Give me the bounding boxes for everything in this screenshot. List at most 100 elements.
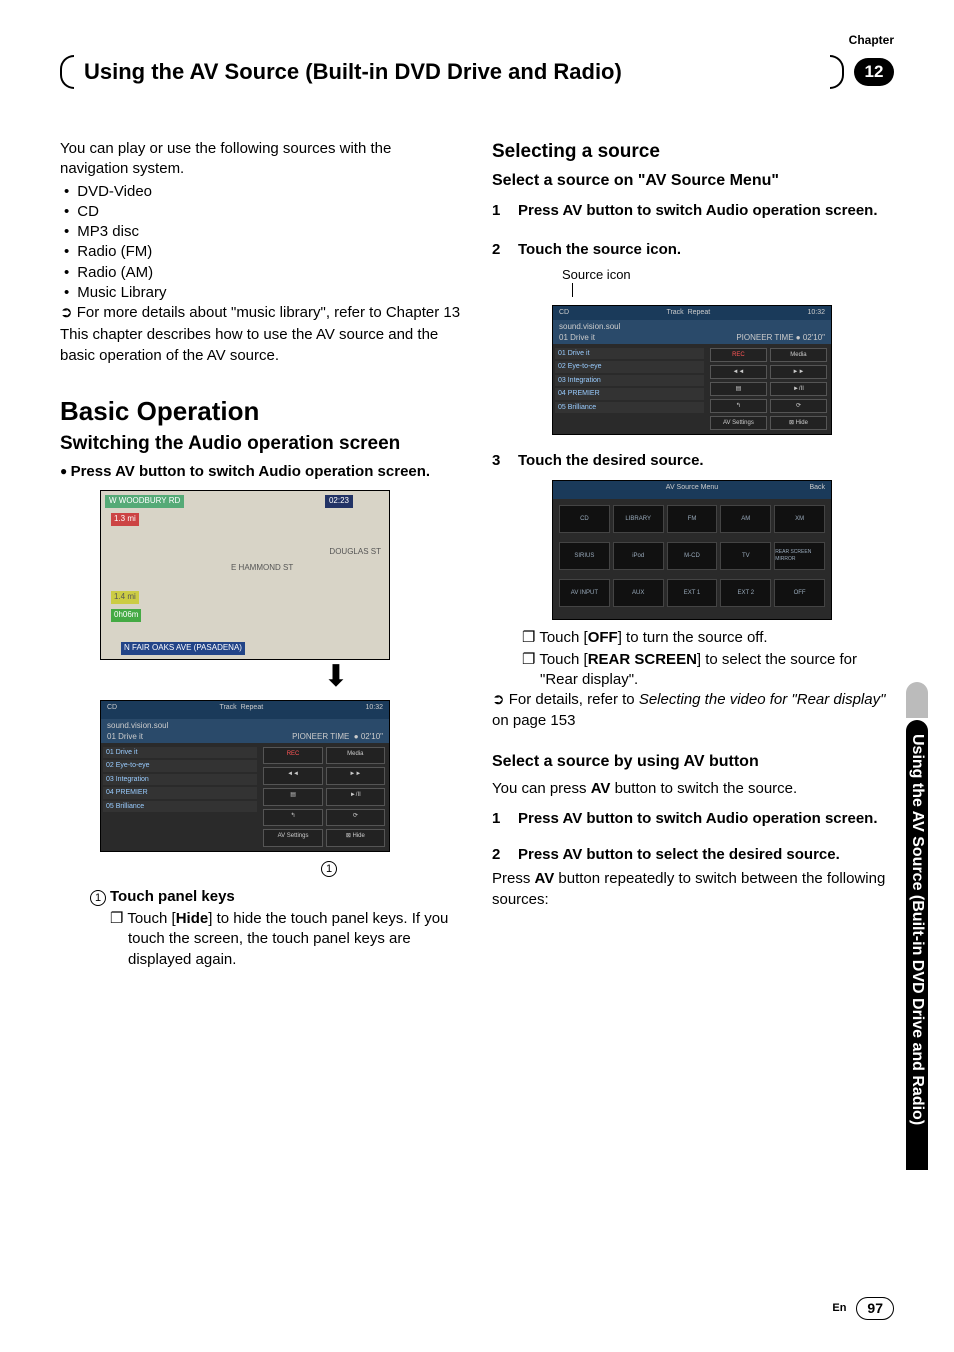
sh-subtitle2: 01 Drive it — [559, 333, 595, 344]
subhead-av-button: Select a source by using AV button — [492, 751, 894, 773]
play-pause-button[interactable]: ►/II — [770, 382, 827, 396]
source-ext2[interactable]: EXT 2 — [720, 579, 771, 607]
track-row[interactable]: 02 Eye-to-eye — [555, 361, 704, 372]
list-button[interactable]: ▤ — [710, 382, 767, 396]
repeat-button[interactable]: ⟳ — [770, 399, 827, 413]
av-settings-button[interactable]: AV Settings — [263, 829, 322, 847]
av-settings-button[interactable]: AV Settings — [710, 416, 767, 430]
list-item: Music Library — [78, 283, 462, 303]
step-number: 1 — [492, 201, 504, 221]
map-dist1: 1.3 mi — [111, 513, 139, 526]
cd-screenshot-2: CD Track Repeat 10:32 sound.vision.soul … — [552, 305, 832, 435]
side-tab-spacer — [906, 682, 928, 718]
source-xm[interactable]: XM — [774, 505, 825, 533]
track-row[interactable]: 04 PREMIER — [103, 787, 257, 798]
source-ipod[interactable]: iPod — [613, 542, 664, 570]
hide-button[interactable]: ⊠ Hide — [326, 829, 385, 847]
track-row[interactable]: 04 PREMIER — [555, 388, 704, 399]
intro-text: You can play or use the following source… — [60, 139, 462, 180]
return-button[interactable]: ↰ — [710, 399, 767, 413]
prev-button[interactable]: ◄◄ — [263, 767, 322, 785]
source-list: DVD-Video CD MP3 disc Radio (FM) Radio (… — [60, 182, 462, 304]
right-column: Selecting a source Select a source on "A… — [492, 139, 894, 970]
back-button[interactable]: Back — [809, 483, 825, 492]
step-number: 2 — [492, 845, 504, 865]
list-button[interactable]: ▤ — [263, 788, 322, 806]
arrow-down-icon: ⬇ — [210, 662, 462, 692]
av-press-text: You can press AV button to switch the so… — [492, 779, 894, 799]
next-button[interactable]: ►► — [770, 365, 827, 379]
sh-clock: 10:32 — [365, 703, 383, 717]
sh-track: Track — [666, 309, 683, 316]
track-row[interactable]: 03 Integration — [103, 774, 257, 785]
source-rear-screen[interactable]: REAR SCREEN MIRROR — [774, 542, 825, 570]
source-fm[interactable]: FM — [667, 505, 718, 533]
track-row[interactable]: 01 Drive it — [103, 747, 257, 758]
map-road-bottom: N FAIR OAKS AVE (PASADENA) — [121, 642, 245, 655]
av-source-menu-screenshot: AV Source Menu Back CD LIBRARY FM AM XM … — [552, 480, 832, 620]
step-text: Press AV button to select the desired so… — [518, 845, 840, 865]
media-button[interactable]: Media — [770, 348, 827, 362]
page-footer: En 97 — [832, 1297, 894, 1320]
track-row[interactable]: 01 Drive it — [555, 348, 704, 359]
source-library[interactable]: LIBRARY — [613, 505, 664, 533]
source-off[interactable]: OFF — [774, 579, 825, 607]
map-eta: 0h06m — [111, 609, 141, 622]
next-button[interactable]: ►► — [326, 767, 385, 785]
rec-button[interactable]: REC — [263, 747, 322, 765]
note-off: Touch [OFF] to turn the source off. — [492, 628, 894, 648]
pointer-rear-display: For details, refer to Selecting the vide… — [492, 690, 894, 731]
source-aux[interactable]: AUX — [613, 579, 664, 607]
side-tab: Using the AV Source (Built-in DVD Drive … — [906, 720, 928, 1170]
list-item: Radio (FM) — [78, 242, 462, 262]
source-cd[interactable]: CD — [559, 505, 610, 533]
heading-selecting: Selecting a source — [492, 141, 894, 164]
bracket-left — [60, 55, 74, 89]
page-title: Using the AV Source (Built-in DVD Drive … — [84, 57, 820, 87]
track-row[interactable]: 03 Integration — [555, 375, 704, 386]
step-b2: 2 Press AV button to select the desired … — [492, 845, 894, 865]
sh-clock: 10:32 — [807, 308, 825, 318]
media-button[interactable]: Media — [326, 747, 385, 765]
play-pause-button[interactable]: ►/II — [326, 788, 385, 806]
left-column: You can play or use the following source… — [60, 139, 462, 970]
sh-duration: 02'10" — [803, 333, 825, 342]
source-tv[interactable]: TV — [720, 542, 771, 570]
list-item: Radio (AM) — [78, 263, 462, 283]
source-mcd[interactable]: M-CD — [667, 542, 718, 570]
final-text: Press AV button repeatedly to switch bet… — [492, 869, 894, 910]
prev-button[interactable]: ◄◄ — [710, 365, 767, 379]
track-row[interactable]: 02 Eye-to-eye — [103, 760, 257, 771]
hide-button[interactable]: ⊠ Hide — [770, 416, 827, 430]
source-ext1[interactable]: EXT 1 — [667, 579, 718, 607]
sh-subtitle1: sound.vision.soul — [559, 322, 825, 333]
map-clock: 02:23 — [325, 495, 353, 508]
source-avinput[interactable]: AV INPUT — [559, 579, 610, 607]
track-row[interactable]: 05 Brilliance — [555, 402, 704, 413]
track-row[interactable]: 05 Brilliance — [103, 801, 257, 812]
bracket-right — [830, 55, 844, 89]
sh-pioneer: PIONEER TIME — [292, 732, 349, 741]
sh-track: Track — [219, 704, 236, 711]
map-screenshot: W WOODBURY RD 02:23 1.3 mi DOUGLAS ST E … — [100, 490, 390, 660]
return-button[interactable]: ↰ — [263, 809, 322, 827]
chapter-label: Chapter — [849, 32, 894, 48]
map-dist2: 1.4 mi — [111, 591, 139, 604]
callout-label: Touch panel keys — [110, 888, 235, 905]
bullet-step: Press AV button to switch Audio operatio… — [60, 462, 462, 482]
step-1: 1 Press AV button to switch Audio operat… — [492, 201, 894, 221]
step-number: 3 — [492, 451, 504, 471]
step-3: 3 Touch the desired source. — [492, 451, 894, 471]
step-text: Press AV button to switch Audio operatio… — [518, 201, 878, 221]
rec-button[interactable]: REC — [710, 348, 767, 362]
subhead-source-menu: Select a source on "AV Source Menu" — [492, 170, 894, 192]
source-am[interactable]: AM — [720, 505, 771, 533]
pointer-note: For more details about "music library", … — [60, 303, 462, 323]
list-item: MP3 disc — [78, 222, 462, 242]
repeat-button[interactable]: ⟳ — [326, 809, 385, 827]
step-number: 2 — [492, 240, 504, 260]
source-sirius[interactable]: SIRIUS — [559, 542, 610, 570]
heading-switching: Switching the Audio operation screen — [60, 433, 462, 456]
step-text: Press AV button to switch Audio operatio… — [518, 809, 878, 829]
sh-pioneer: PIONEER TIME — [736, 333, 793, 342]
